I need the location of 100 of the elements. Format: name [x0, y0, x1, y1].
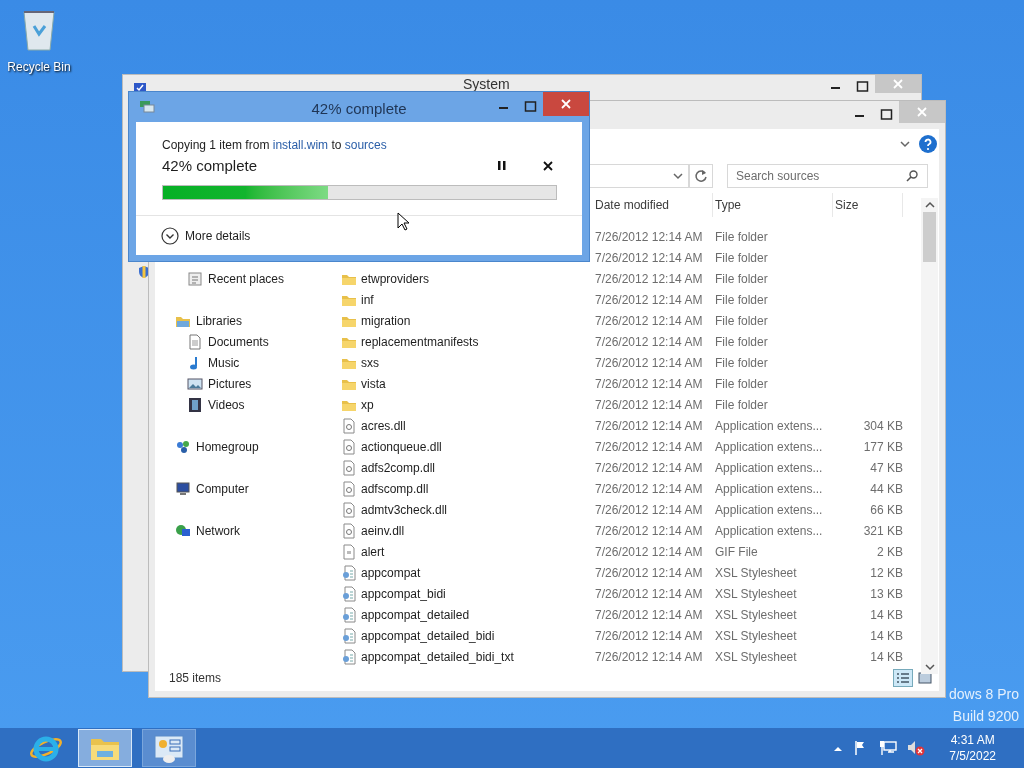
- progress-text: 42% complete: [162, 156, 258, 176]
- file-name[interactable]: etwproviders: [361, 269, 430, 288]
- nav-item-label[interactable]: Network: [196, 521, 240, 540]
- date-cell-text: 7/26/2012 12:14 AM: [594, 249, 704, 267]
- nav-item-label[interactable]: Homegroup: [196, 437, 259, 456]
- pause-button[interactable]: [497, 160, 507, 173]
- stylesheet-icon: [341, 627, 357, 644]
- scrollbar[interactable]: [921, 198, 938, 674]
- dialog-title: 42% complete: [310, 99, 408, 119]
- type-cell-text: Application extens...: [714, 417, 824, 435]
- type-cell-text: File folder: [714, 291, 769, 309]
- nav-item-label[interactable]: Recent places: [208, 269, 285, 288]
- nav-item-label[interactable]: Computer: [196, 479, 249, 498]
- file-name[interactable]: appcompat_detailed: [361, 605, 470, 624]
- date-cell-text: 7/26/2012 12:14 AM: [594, 417, 704, 435]
- size-cell-text: 14 KB: [869, 648, 903, 666]
- size-cell-text: 44 KB: [869, 480, 903, 498]
- file-name[interactable]: admtv3check.dll: [361, 500, 448, 519]
- status-text: 185 items: [169, 670, 222, 687]
- edition-text: dows 8 Pro: [948, 685, 1019, 704]
- size-cell-text: 47 KB: [869, 459, 903, 477]
- type-cell-text: File folder: [714, 396, 769, 414]
- type-cell-text: XSL Stylesheet: [714, 648, 798, 666]
- file-name[interactable]: appcompat_detailed_bidi: [361, 626, 495, 645]
- nav-item-label[interactable]: Libraries: [196, 311, 243, 330]
- size-cell-text: 2 KB: [876, 543, 903, 561]
- date-cell-text: 7/26/2012 12:14 AM: [594, 522, 704, 540]
- close-button[interactable]: [543, 92, 589, 116]
- file-name[interactable]: migration: [361, 311, 411, 330]
- column-header[interactable]: Type: [713, 193, 833, 217]
- cancel-button[interactable]: [542, 160, 554, 173]
- file-name[interactable]: vista: [361, 374, 386, 393]
- type-cell-text: XSL Stylesheet: [714, 627, 798, 645]
- help-icon[interactable]: [919, 135, 937, 153]
- date-cell-text: 7/26/2012 12:14 AM: [594, 606, 704, 624]
- file-name[interactable]: alert: [361, 542, 385, 561]
- chevron-down-icon[interactable]: [899, 139, 911, 149]
- taskbar-button[interactable]: [142, 729, 196, 767]
- file-name[interactable]: inf: [361, 290, 374, 309]
- type-cell-text: File folder: [714, 333, 769, 351]
- file-name[interactable]: appcompat_detailed_bidi_txt: [361, 647, 514, 666]
- refresh-button[interactable]: [689, 164, 713, 188]
- file-name[interactable]: sxs: [361, 353, 379, 372]
- edition-text: Build 9200: [952, 707, 1019, 726]
- clock-time[interactable]: 4:31 AM: [950, 732, 995, 748]
- date-cell-text: 7/26/2012 12:14 AM: [594, 627, 704, 645]
- file-name[interactable]: appcompat_bidi: [361, 584, 446, 603]
- size-cell-text: 177 KB: [862, 438, 903, 456]
- nav-item-label[interactable]: Documents: [208, 332, 269, 351]
- size-cell-text: 13 KB: [869, 585, 903, 603]
- size-cell-text: 14 KB: [869, 606, 903, 624]
- stylesheet-icon: [341, 606, 357, 623]
- file-icon: [341, 501, 357, 518]
- speaker-muted-icon[interactable]: [907, 740, 926, 756]
- type-cell-text: File folder: [714, 354, 769, 372]
- nav-item-label[interactable]: Pictures: [208, 374, 252, 393]
- date-cell-text: 7/26/2012 12:14 AM: [594, 228, 704, 246]
- column-header[interactable]: Size: [833, 193, 903, 217]
- file-name[interactable]: replacementmanifests: [361, 332, 479, 351]
- file-name[interactable]: acres.dll: [361, 416, 406, 435]
- folder-link[interactable]: sources: [344, 138, 387, 152]
- film-icon: [187, 396, 203, 413]
- date-cell-text: 7/26/2012 12:14 AM: [594, 459, 704, 477]
- type-cell-text: File folder: [714, 228, 769, 246]
- file-name[interactable]: actionqueue.dll: [361, 437, 442, 456]
- date-cell-text: 7/26/2012 12:14 AM: [594, 396, 704, 414]
- scrollbar-thumb[interactable]: [923, 212, 936, 262]
- column-header[interactable]: Date modified: [593, 193, 713, 217]
- file-name[interactable]: adfs2comp.dll: [361, 458, 436, 477]
- type-cell-text: Application extens...: [714, 480, 824, 498]
- more-details-button[interactable]: More details: [136, 226, 251, 245]
- file-icon: [341, 417, 357, 434]
- date-cell-text: 7/26/2012 12:14 AM: [594, 543, 704, 561]
- size-cell-text: 14 KB: [869, 627, 903, 645]
- date-cell-text: 7/26/2012 12:14 AM: [594, 333, 704, 351]
- type-cell-text: Application extens...: [714, 522, 824, 540]
- nav-item-label[interactable]: Music: [208, 353, 240, 372]
- date-cell-text: 7/26/2012 12:14 AM: [594, 438, 704, 456]
- type-cell-text: GIF File: [714, 543, 759, 561]
- file-name[interactable]: xp: [361, 395, 374, 414]
- computer-icon: [175, 480, 191, 497]
- file-name[interactable]: aeinv.dll: [361, 521, 405, 540]
- search-field[interactable]: Search sources: [727, 164, 928, 188]
- show-hidden-icons-button[interactable]: [833, 744, 844, 752]
- type-cell-text: XSL Stylesheet: [714, 564, 798, 582]
- folder-link[interactable]: install.wim: [272, 138, 329, 152]
- type-cell-text: File folder: [714, 375, 769, 393]
- date-cell-text: 7/26/2012 12:14 AM: [594, 564, 704, 582]
- network-status-icon[interactable]: [879, 740, 898, 756]
- type-cell-text: File folder: [714, 249, 769, 267]
- date-cell-text: 7/26/2012 12:14 AM: [594, 375, 704, 393]
- clock-date[interactable]: 7/5/2022: [949, 748, 996, 764]
- chevron-down-icon[interactable]: [672, 171, 684, 181]
- search-icon[interactable]: [906, 170, 918, 182]
- expand-icon[interactable]: [161, 226, 179, 245]
- nav-item-label[interactable]: Videos: [208, 395, 245, 414]
- file-name[interactable]: appcompat: [361, 563, 421, 582]
- window-title: System: [463, 76, 510, 92]
- file-name[interactable]: adfscomp.dll: [361, 479, 429, 498]
- document-icon: [187, 333, 203, 350]
